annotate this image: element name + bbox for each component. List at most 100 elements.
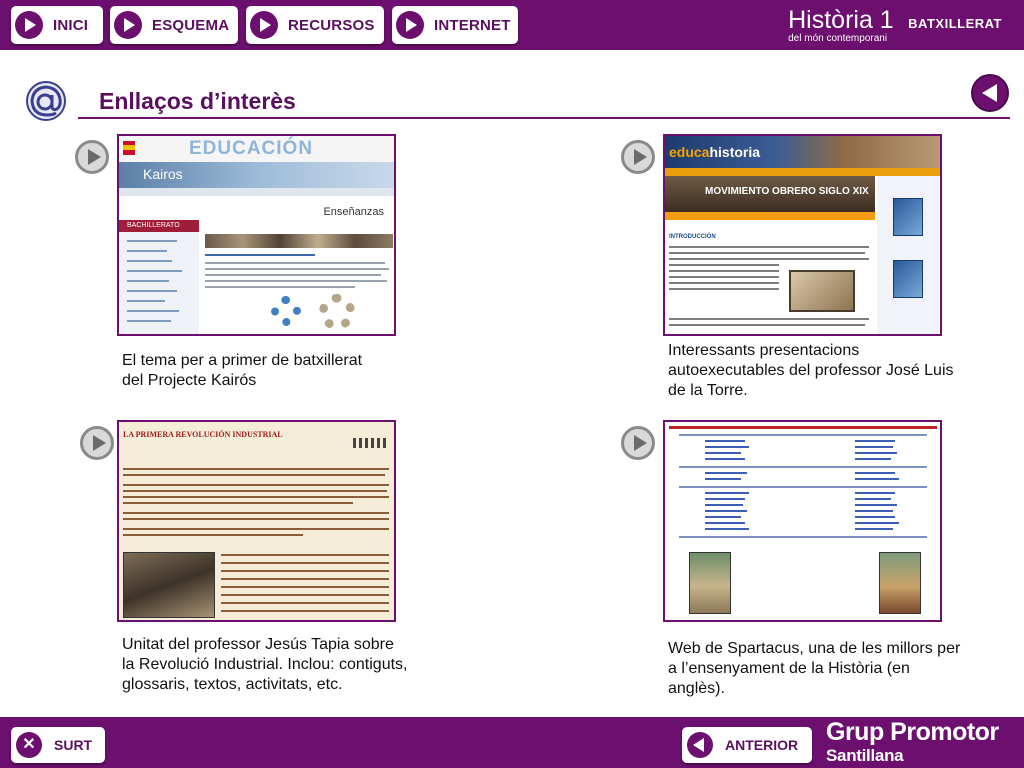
link-play-button-educahistoria[interactable]: [621, 140, 655, 174]
thumbnail-text-line: [669, 282, 779, 284]
thumbnail-table-row: [679, 536, 927, 538]
thumbnail-text-line: [205, 262, 385, 264]
thumbnail-heading: LA PRIMERA REVOLUCIÓN INDUSTRIAL: [123, 430, 283, 439]
link-description-revolucion-industrial: Unitat del professor Jesús Tapia sobre l…: [122, 635, 407, 695]
link-play-button-kairos[interactable]: [75, 140, 109, 174]
thumbnail-link: [705, 504, 743, 506]
thumbnail-section: Enseñanzas: [323, 206, 384, 218]
thumbnail-link: [705, 440, 745, 442]
thumbnail-link: [705, 458, 745, 460]
thumbnail-text-line: [669, 276, 779, 278]
publisher-subname: Santillana: [826, 746, 904, 765]
thumbnail-text-line: [669, 318, 869, 320]
thumbnail-link: [855, 446, 893, 448]
link-description-kairos: El tema per a primer de batxillerat del …: [122, 351, 362, 391]
link-thumbnail-spartacus[interactable]: [663, 420, 942, 622]
top-navigation-bar: INICI ESQUEMA RECURSOS INTERNET Història…: [0, 0, 1024, 52]
nav-button-label: INTERNET: [434, 16, 511, 34]
thumbnail-text-line: [669, 252, 865, 254]
thumbnail-text-line: [669, 246, 869, 248]
gear-icon: [271, 296, 301, 326]
thumbnail-intro: INTRODUCCIÓN: [669, 234, 716, 240]
title-divider: [78, 117, 1010, 119]
brand-title: Història 1: [788, 6, 894, 34]
brand-level: BATXILLERAT: [908, 16, 1002, 32]
description-line: la Revolució Industrial. Inclou: contigu…: [122, 656, 408, 673]
thumbnail-table-row: [679, 466, 927, 468]
publisher-name: Grup Promotor: [826, 718, 999, 746]
thumbnail-link: [855, 478, 899, 480]
nav-button-label: RECURSOS: [288, 16, 375, 34]
thumbnail-text-line: [669, 258, 869, 260]
link-play-button-spartacus[interactable]: [621, 426, 655, 460]
link-thumbnail-kairos[interactable]: EDUCACIÓN Kairos Enseñanzas BACHILLERATO: [117, 134, 396, 336]
thumbnail-text-line: [205, 254, 315, 256]
book-cover-image: [893, 260, 923, 298]
back-arrow-icon: [687, 732, 713, 758]
thumbnail-logo: educahistoria: [669, 144, 760, 160]
description-line: Unitat del professor Jesús Tapia sobre: [122, 636, 394, 653]
thumbnail-decoration: [353, 438, 389, 448]
thumbnail-text-line: [221, 594, 389, 596]
page-title: Enllaços d’interès: [99, 88, 296, 114]
thumbnail-link: [855, 472, 895, 474]
link-thumbnail-revolucion-industrial[interactable]: LA PRIMERA REVOLUCIÓN INDUSTRIAL: [117, 420, 396, 622]
thumbnail-link: [855, 522, 899, 524]
thumbnail-link: [855, 440, 895, 442]
play-icon: [250, 11, 278, 39]
thumbnail-text-line: [123, 534, 303, 536]
play-icon: [396, 11, 424, 39]
thumbnail-text-line: [123, 474, 385, 476]
thumbnail-orange-bar: [665, 212, 875, 220]
exit-button[interactable]: ✕ SURT: [11, 727, 105, 763]
nav-button-esquema[interactable]: ESQUEMA: [110, 6, 238, 44]
thumbnail-link: [705, 498, 745, 500]
link-play-button-revolucion-industrial[interactable]: [80, 426, 114, 460]
thumbnail-link: [705, 528, 749, 530]
exit-button-label: SURT: [54, 737, 93, 753]
link-description-spartacus: Web de Spartacus, una de les millors per…: [668, 639, 960, 699]
description-line: Web de Spartacus, una de les millors per: [668, 640, 961, 657]
description-line: glossaris, textos, activitats, etc.: [122, 676, 343, 693]
thumbnail-text-line: [123, 528, 389, 530]
description-line: El tema per a primer de batxillerat: [122, 352, 363, 369]
thumbnail-side-heading: BACHILLERATO: [119, 220, 199, 232]
link-thumbnail-educahistoria[interactable]: educahistoria MOVIMIENTO OBRERO SIGLO XI…: [663, 134, 942, 336]
back-arrow-icon[interactable]: [971, 74, 1009, 112]
thumbnail-text-line: [205, 274, 381, 276]
book-cover-image: [689, 552, 731, 614]
bottom-bar: ✕ SURT ANTERIOR Grup Promotor Santillana: [0, 715, 1024, 768]
thumbnail-link: [855, 516, 895, 518]
thumbnail-text-line: [123, 490, 387, 492]
close-icon: ✕: [16, 732, 42, 758]
description-line: autoexecutables del professor José Luis: [668, 362, 954, 379]
logo-part: historia: [709, 144, 761, 160]
thumbnail-link: [705, 472, 747, 474]
description-line: de la Torre.: [668, 382, 748, 399]
thumbnail-link: [855, 498, 891, 500]
thumbnail-text-line: [221, 610, 389, 612]
thumbnail-link: [855, 504, 897, 506]
thumbnail-link: [855, 458, 891, 460]
thumbnail-text-line: [123, 468, 389, 470]
thumbnail-heading: MOVIMIENTO OBRERO SIGLO XIX: [705, 186, 869, 197]
thumbnail-text-line: [221, 554, 389, 556]
thumbnail-link: [705, 446, 749, 448]
nav-button-inici[interactable]: INICI: [11, 6, 103, 44]
thumbnail-link: [705, 492, 749, 494]
description-line: Interessants presentacions: [668, 342, 860, 359]
nav-button-recursos[interactable]: RECURSOS: [246, 6, 384, 44]
thumbnail-link: [705, 510, 747, 512]
thumbnail-text-line: [123, 484, 389, 486]
thumbnail-banner-text: Kairos: [143, 166, 183, 182]
gear-icon: [319, 294, 355, 330]
thumbnail-link: [705, 516, 741, 518]
publisher-logo: Grup Promotor Santillana: [826, 717, 999, 765]
thumbnail-text-line: [221, 578, 389, 580]
book-cover-image: [879, 552, 921, 614]
nav-button-label: INICI: [53, 16, 89, 34]
thumbnail-text-line: [123, 496, 389, 498]
previous-button[interactable]: ANTERIOR: [682, 727, 812, 763]
thumbnail-table-row: [679, 486, 927, 488]
nav-button-internet[interactable]: INTERNET: [392, 6, 518, 44]
